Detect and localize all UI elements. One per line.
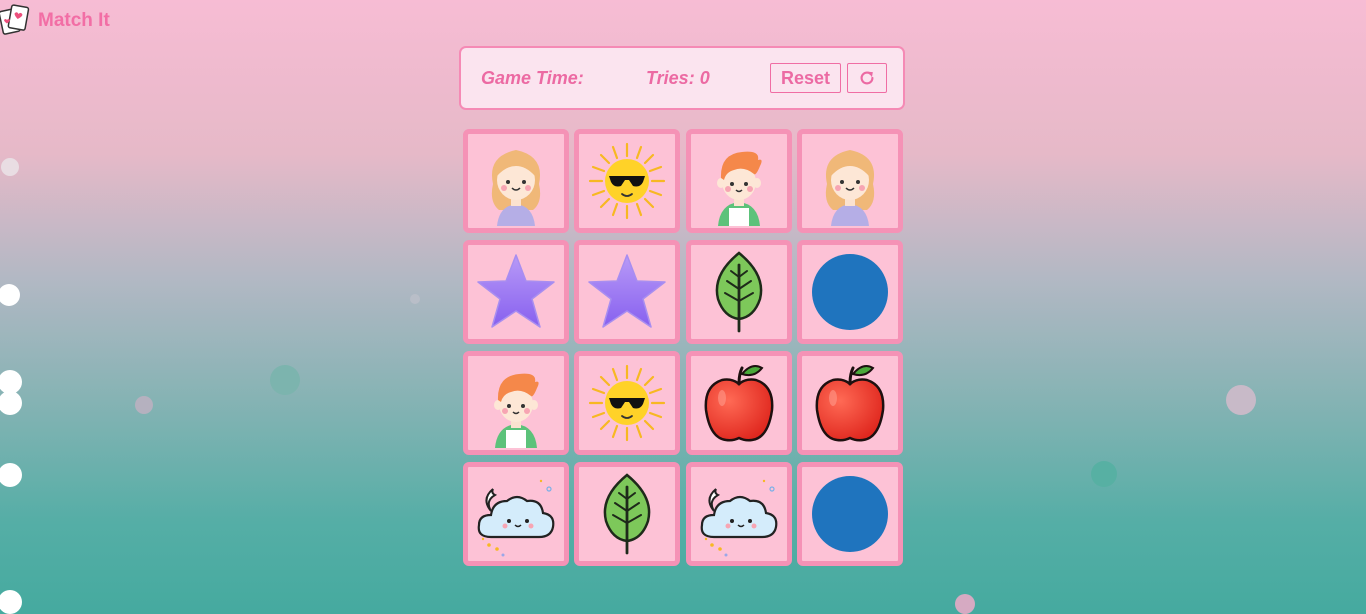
card-boy[interactable] [463,351,569,455]
leaf-icon [694,247,784,337]
background-bubble [1226,385,1256,415]
sun-icon [582,358,672,448]
card-circle[interactable] [796,462,903,566]
boy-icon [694,136,784,226]
background-bubble [410,294,420,304]
background-bubble [0,590,22,614]
apple-icon [805,358,895,448]
background-bubble [135,396,153,414]
card-apple[interactable] [685,351,792,455]
boy-icon [471,358,561,448]
card-girl[interactable] [463,129,569,233]
app-logo[interactable]: Match It [0,0,110,40]
background-bubble [0,391,22,415]
card-star[interactable] [574,240,681,344]
card-leaf[interactable] [574,462,681,566]
card-circle[interactable] [796,240,903,344]
card-apple[interactable] [796,351,903,455]
circle-icon [805,469,895,559]
girl-icon [805,136,895,226]
background-bubble [270,365,300,395]
card-girl[interactable] [796,129,903,233]
circle-icon [805,247,895,337]
star-icon [471,247,561,337]
game-board [463,129,903,567]
refresh-icon [858,69,876,87]
refresh-button[interactable] [847,63,887,93]
cloud-icon [694,469,784,559]
card-sun[interactable] [574,351,681,455]
playing-cards-icon [0,3,32,37]
apple-icon [694,358,784,448]
reset-button[interactable]: Reset [770,63,841,93]
leaf-icon [582,469,672,559]
background-bubble [1091,461,1117,487]
background-bubble [1,158,19,176]
card-leaf[interactable] [685,240,792,344]
background-bubble [0,284,20,306]
tries-counter: Tries: 0 [646,67,710,88]
game-status-panel: Game Time: Tries: 0 Reset [459,46,905,110]
girl-icon [471,136,561,226]
game-time-label: Game Time: [481,67,584,88]
app-title: Match It [38,10,110,31]
card-sun[interactable] [574,129,681,233]
card-cloud[interactable] [685,462,792,566]
card-boy[interactable] [685,129,792,233]
sun-icon [582,136,672,226]
star-icon [582,247,672,337]
background-bubble [955,594,975,614]
background-bubble [0,463,22,487]
card-cloud[interactable] [463,462,569,566]
card-star[interactable] [463,240,569,344]
cloud-icon [471,469,561,559]
